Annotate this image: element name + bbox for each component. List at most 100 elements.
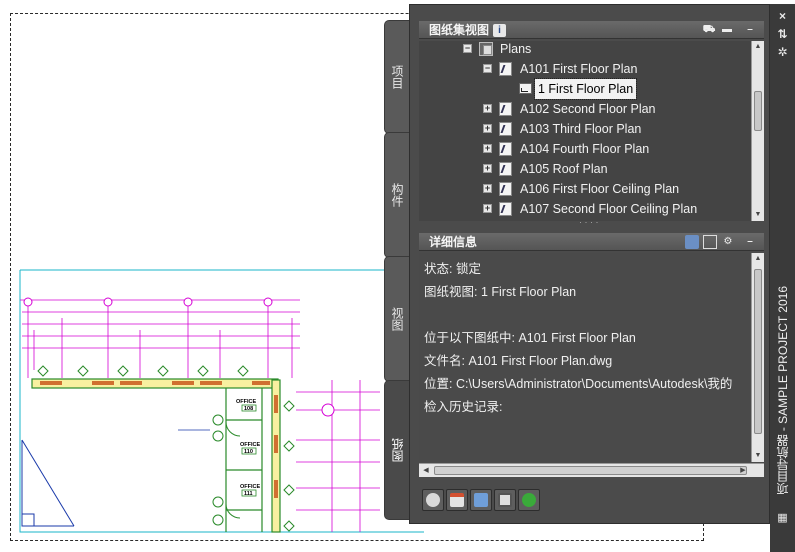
publish-dwf-icon [426, 493, 440, 507]
app-window: OFFICE 108 OFFICE 110 OFFICE 111 项目 构件 视… [0, 0, 795, 552]
new-sheet-button[interactable] [446, 489, 468, 511]
properties-menu-icon[interactable]: ✲ [770, 44, 795, 60]
tree-label: A105 Roof Plan [520, 162, 608, 176]
detail-located-in: 位于以下图纸中: A101 First Floor Plan [424, 331, 636, 345]
navigator-content: 图纸集视图 i ⛟ ▬ – − Plans − A101 First Floor … [409, 4, 770, 524]
details-title: 详细信息 [429, 235, 478, 249]
tree-row-plans[interactable]: − Plans [419, 41, 749, 59]
grid-bubbles [23, 297, 335, 417]
scroll-thumb[interactable] [754, 269, 762, 434]
detail-filename: 文件名: A101 First Floor Plan.dwg [424, 354, 613, 368]
expand-icon[interactable]: + [483, 204, 492, 213]
tree-label: A101 First Floor Plan [520, 62, 638, 76]
panel-splitter[interactable] [419, 217, 764, 230]
publish-icon[interactable]: ⛟ [702, 23, 716, 37]
palette-menu-icon[interactable]: ▦ [770, 510, 795, 526]
room-labels: OFFICE 108 OFFICE 110 OFFICE 111 [236, 399, 260, 497]
refresh-button[interactable] [518, 489, 540, 511]
details-view-icon[interactable] [703, 235, 717, 249]
room-label-2: OFFICE [240, 442, 260, 448]
room-number-2: 110 [244, 449, 253, 455]
expand-icon[interactable]: + [483, 164, 492, 173]
autohide-icon[interactable]: ⇅ [770, 26, 795, 42]
close-icon[interactable]: × [770, 8, 795, 24]
sheet-view-icon [474, 493, 488, 507]
tab-views[interactable]: 视图 [384, 256, 410, 382]
detail-location: 位置: C:\Users\Administrator\Documents\Aut… [424, 377, 733, 391]
scroll-left-icon[interactable]: ◀ [420, 465, 432, 477]
room-label-3: OFFICE [240, 484, 260, 490]
tree-label: A102 Second Floor Plan [520, 102, 656, 116]
tree-scrollbar[interactable]: ▲ ▼ [751, 41, 764, 221]
details-header: 详细信息 ⚙ – [419, 233, 764, 251]
sheet-icon [499, 202, 512, 216]
collapse-icon[interactable]: − [483, 64, 492, 73]
detail-checkin-history: 检入历史记录: [424, 400, 503, 414]
tree-row-a102[interactable]: + A102 Second Floor Plan [419, 99, 749, 119]
scroll-down-icon[interactable]: ▼ [752, 209, 764, 221]
side-tab-strip: 项目 构件 视图 图纸 [384, 4, 410, 524]
minimize-icon[interactable]: – [743, 23, 757, 37]
bottom-toolbar [419, 487, 549, 513]
scroll-right-icon[interactable]: ▶ [737, 465, 749, 477]
tree-label: A106 First Floor Ceiling Plan [520, 182, 680, 196]
detail-sheet-view: 图纸视图: 1 First Floor Plan [424, 285, 577, 299]
view-icon [519, 83, 532, 94]
palette-title: 项目导航器 - SAMPLE PROJECT 2016 [776, 285, 790, 495]
project-navigator-palette: 项目 构件 视图 图纸 图纸集视图 i ⛟ ▬ – − Plans − A101… [384, 4, 795, 552]
folder-icon[interactable]: ▬ [720, 23, 734, 37]
tree-label: A104 Fourth Floor Plan [520, 142, 650, 156]
stair-symbol [21, 439, 75, 527]
tab-project[interactable]: 项目 [384, 20, 410, 134]
tab-constructs[interactable]: 构件 [384, 132, 410, 258]
preview-icon[interactable] [685, 235, 699, 249]
sheet-icon [499, 182, 512, 196]
tree-row-a105[interactable]: + A105 Roof Plan [419, 159, 749, 179]
tree-row-a107[interactable]: + A107 Second Floor Ceiling Plan [419, 199, 749, 219]
refresh-icon [522, 493, 536, 507]
tree-row-view-1[interactable]: 1 First Floor Plan [419, 78, 749, 100]
expand-icon[interactable]: + [483, 124, 492, 133]
sheet-tree[interactable]: − Plans − A101 First Floor Plan 1 First … [419, 41, 764, 221]
scroll-up-icon[interactable]: ▲ [752, 41, 764, 53]
details-body: 状态: 锁定 图纸视图: 1 First Floor Plan 位于以下图纸中:… [419, 253, 764, 462]
sheet-locked-icon [499, 62, 512, 76]
expand-icon[interactable]: + [483, 104, 492, 113]
properties-button[interactable] [494, 489, 516, 511]
expand-icon[interactable]: + [483, 144, 492, 153]
plans-folder-icon [479, 42, 493, 56]
tree-row-a104[interactable]: + A104 Fourth Floor Plan [419, 139, 749, 159]
tree-row-a101[interactable]: − A101 First Floor Plan [419, 59, 749, 79]
settings-icon[interactable]: ⚙ [721, 235, 735, 249]
scroll-down-icon[interactable]: ▼ [752, 450, 764, 462]
details-scrollbar[interactable]: ▲ ▼ [751, 253, 764, 462]
sheet-set-view-title: 图纸集视图 [429, 23, 490, 37]
details-hscrollbar[interactable]: ◀ ▶ [419, 463, 764, 477]
room-number-1: 108 [244, 406, 253, 412]
sheet-icon [499, 162, 512, 176]
collapse-icon[interactable]: − [463, 44, 472, 53]
hscroll-thumb[interactable] [434, 466, 747, 475]
tree-label: A103 Third Floor Plan [520, 122, 642, 136]
palette-titlebar[interactable]: × ⇅ ✲ 项目导航器 - SAMPLE PROJECT 2016 ▦ [770, 4, 795, 552]
tree-label: A107 Second Floor Ceiling Plan [520, 202, 698, 216]
expand-icon[interactable]: + [483, 184, 492, 193]
sheet-icon [499, 142, 512, 156]
tree-label-selected: 1 First Floor Plan [533, 78, 638, 100]
scroll-thumb[interactable] [754, 91, 762, 131]
tab-sheets[interactable]: 图纸 [384, 380, 410, 520]
detail-status: 状态: 锁定 [424, 262, 481, 276]
publish-button[interactable] [422, 489, 444, 511]
scroll-up-icon[interactable]: ▲ [752, 253, 764, 265]
sheet-view-button[interactable] [470, 489, 492, 511]
new-sheet-icon [450, 493, 464, 507]
minimize-icon[interactable]: – [743, 235, 757, 249]
tree-row-a106[interactable]: + A106 First Floor Ceiling Plan [419, 179, 749, 199]
sheet-set-view-header: 图纸集视图 i ⛟ ▬ – [419, 21, 764, 39]
sheet-icon [499, 102, 512, 116]
tree-row-a103[interactable]: + A103 Third Floor Plan [419, 119, 749, 139]
sheet-icon [499, 122, 512, 136]
info-icon[interactable]: i [493, 24, 507, 37]
tree-label: Plans [500, 42, 532, 56]
room-number-3: 111 [244, 491, 253, 497]
